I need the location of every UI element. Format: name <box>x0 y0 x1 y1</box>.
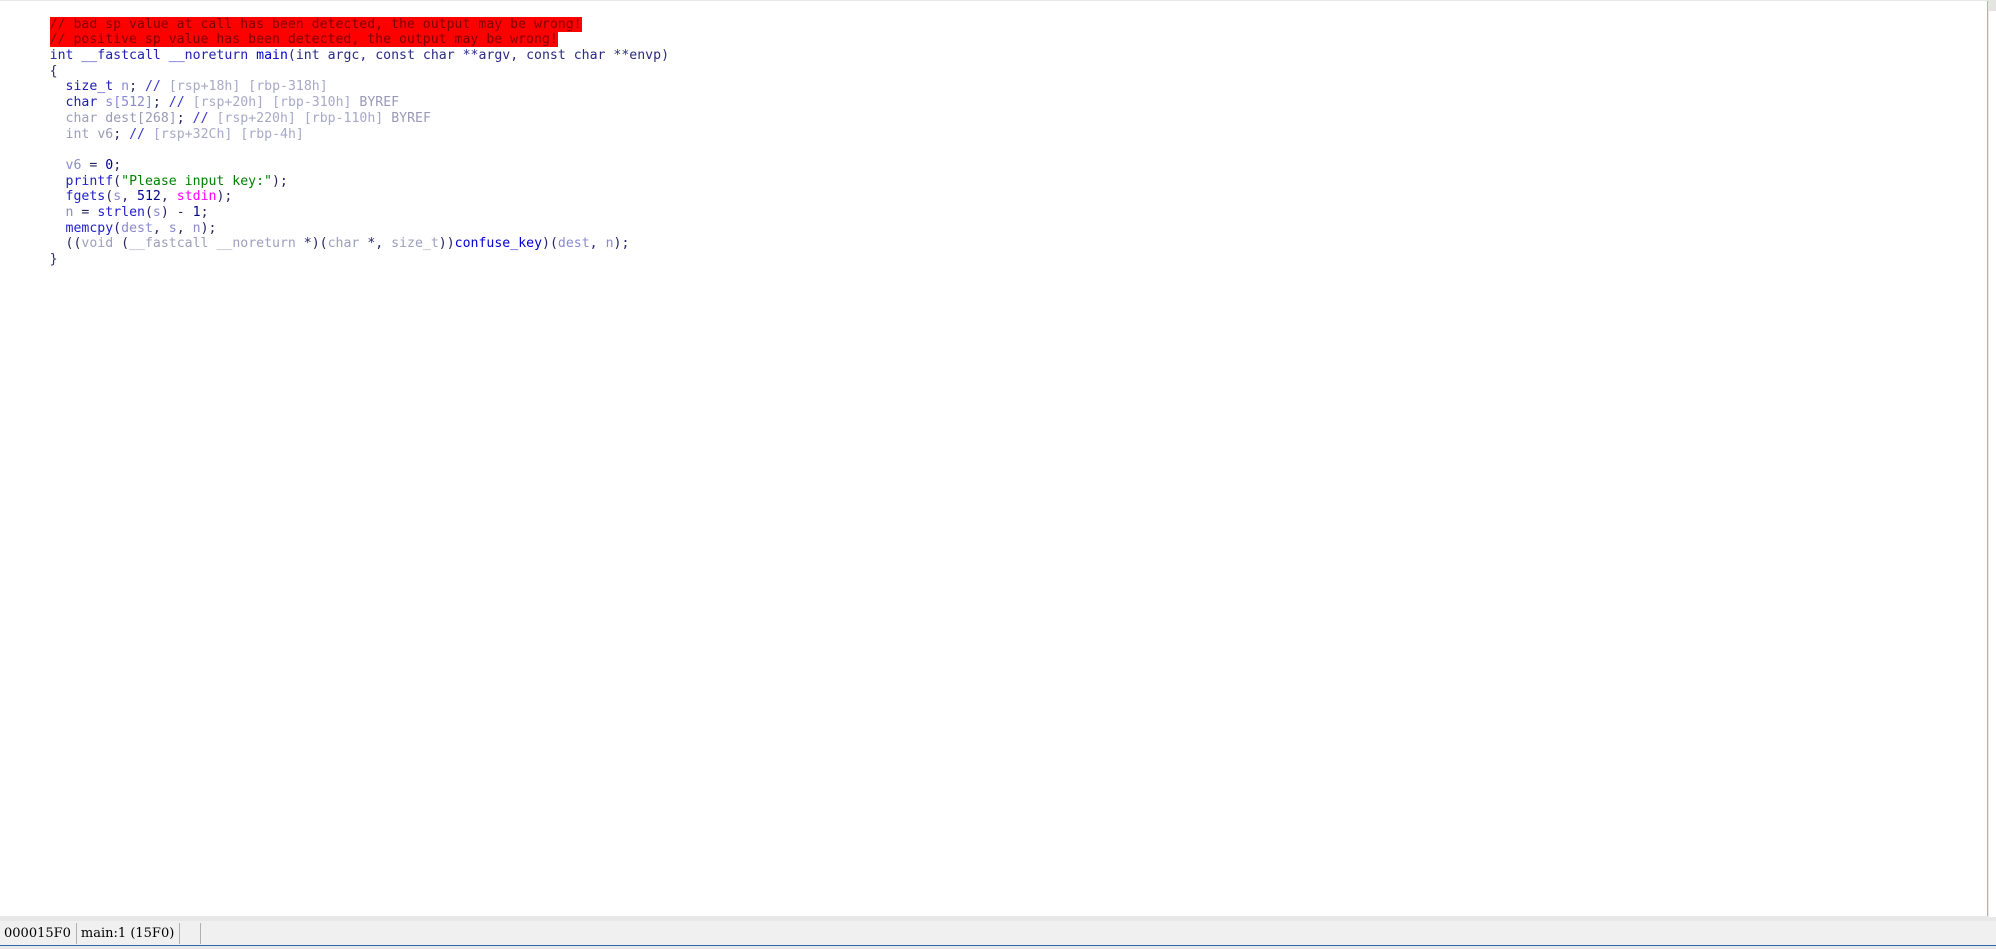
statement-line-call-memcpy[interactable]: memcpy(dest, s, n); <box>0 205 1987 236</box>
decompiler-window: // bad sp value at call has been detecte… <box>0 0 1996 949</box>
top-gutter-strip <box>1988 0 1996 11</box>
status-address-panel: 000015F0 <box>0 922 77 944</box>
declaration-line-dest[interactable]: char dest[268]; // [rsp+220h] [rbp-110h]… <box>0 95 1987 126</box>
declaration-line-n[interactable]: size_t n; // [rsp+18h] [rbp-318h] <box>0 64 1987 94</box>
window-bottom-edge <box>0 945 1996 949</box>
status-location-panel: main:1 (15F0) <box>77 922 181 944</box>
statement-line-assign-v6[interactable]: v6 = 0; <box>0 142 1987 173</box>
declaration-line-v6[interactable]: int v6; // [rsp+32Ch] [rbp-4h] <box>0 111 1987 142</box>
right-gutter <box>1989 11 1996 917</box>
statement-line-call-fgets[interactable]: fgets(s, 512, stdin); <box>0 174 1987 204</box>
brace-close-line: } <box>0 236 1987 267</box>
status-spacer-panel <box>180 922 202 944</box>
statement-line-call-printf[interactable]: printf("Please input key:"); <box>0 158 1987 189</box>
brace-close: } <box>49 252 58 268</box>
declaration-line-s[interactable]: char s[512]; // [rsp+20h] [rbp-310h] BYR… <box>0 79 1987 110</box>
brace-open-line: { <box>0 48 1987 79</box>
status-bar: 000015F0 main:1 (15F0) <box>0 921 1996 945</box>
statement-line-call-strlen[interactable]: n = strlen(s) - 1; <box>0 189 1987 220</box>
warning-line-positive-sp[interactable]: // positive sp value has been detected, … <box>0 17 1987 48</box>
pseudocode-view[interactable]: // bad sp value at call has been detecte… <box>0 1 1988 916</box>
function-signature-line[interactable]: int __fastcall __noreturn main(int argc,… <box>0 32 1987 63</box>
statement-line-call-confuse-key[interactable]: ((void (__fastcall __noreturn *)(char *,… <box>0 221 1987 251</box>
warning-line-bad-sp[interactable]: // bad sp value at call has been detecte… <box>0 1 1987 32</box>
